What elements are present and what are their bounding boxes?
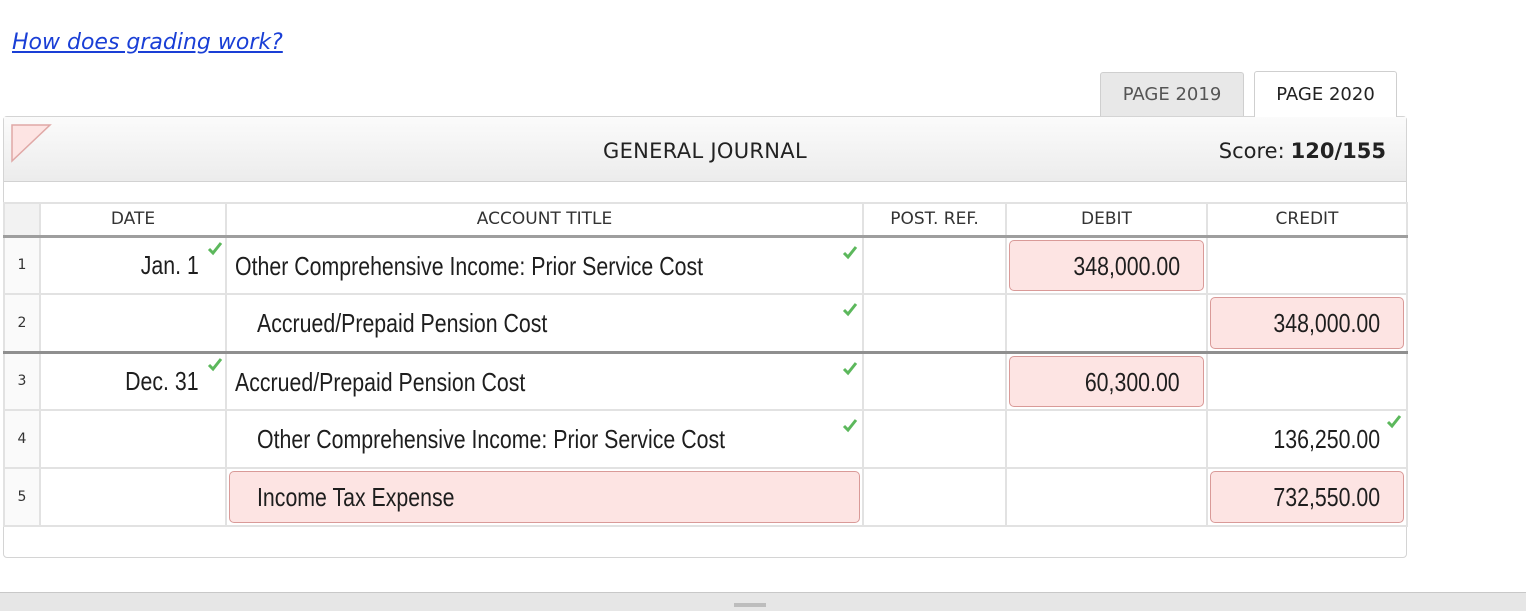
account-cell[interactable]: Other Comprehensive Income: Prior Servic… [225,235,864,295]
credit-cell[interactable]: 732,550.00 [1206,467,1408,527]
journal-title: GENERAL JOURNAL [603,139,807,163]
grip-icon[interactable] [734,603,766,607]
post-ref-cell[interactable] [862,235,1007,295]
journal-table: DATE ACCOUNT TITLE POST. REF. DEBIT CRED… [3,202,1408,527]
row-number: 5 [3,467,41,527]
credit-cell[interactable] [1206,235,1408,295]
help-link[interactable]: How does grading work? [12,30,283,55]
date-value: Dec. 31 [125,365,199,396]
credit-value: 732,550.00 [1273,482,1380,512]
account-value: Accrued/Prepaid Pension Cost [235,366,526,397]
date-cell[interactable]: Dec. 31 [39,350,227,411]
credit-value: 348,000.00 [1273,308,1380,338]
table-row: 4 Other Comprehensive Income: Prior Serv… [3,409,1408,469]
credit-value: 136,250.00 [1273,424,1380,454]
account-title-header: ACCOUNT TITLE [225,202,864,238]
score: Score: 120/155 [1219,139,1386,163]
tab-page-2020[interactable]: PAGE 2020 [1254,71,1397,117]
date-cell[interactable] [39,467,227,527]
check-icon [842,419,858,433]
post-ref-cell[interactable] [862,467,1007,527]
date-cell[interactable] [39,409,227,469]
debit-cell[interactable] [1005,409,1208,469]
post-ref-cell[interactable] [862,350,1007,411]
score-label: Score: [1218,139,1285,163]
table-row: 2 Accrued/Prepaid Pension Cost 348,000.0… [3,293,1408,353]
check-icon [1386,415,1402,429]
account-value: Other Comprehensive Income: Prior Servic… [257,424,726,454]
check-icon [842,245,858,259]
check-icon [207,241,223,255]
debit-cell[interactable]: 348,000.00 [1005,235,1208,295]
check-icon [842,361,858,375]
credit-cell[interactable] [1206,350,1408,411]
credit-cell[interactable]: 136,250.00 [1206,409,1408,469]
debit-value: 60,300.00 [1085,366,1180,397]
account-value: Income Tax Expense [257,482,455,512]
account-cell[interactable]: Income Tax Expense [225,467,864,527]
journal-header-row: DATE ACCOUNT TITLE POST. REF. DEBIT CRED… [3,202,1408,238]
credit-header: CREDIT [1206,202,1408,238]
check-icon [207,357,223,371]
row-number: 3 [3,350,41,411]
post-ref-cell[interactable] [862,293,1007,353]
table-row: 5 Income Tax Expense 732,550.00 [3,467,1408,527]
debit-cell[interactable]: 60,300.00 [1005,350,1208,411]
account-cell[interactable]: Other Comprehensive Income: Prior Servic… [225,409,864,469]
tab-page-2019[interactable]: PAGE 2019 [1100,72,1244,116]
date-cell[interactable] [39,293,227,353]
post-ref-header: POST. REF. [862,202,1007,238]
debit-cell[interactable] [1005,293,1208,353]
account-cell[interactable]: Accrued/Prepaid Pension Cost [225,293,864,353]
score-value: 120/155 [1290,139,1386,163]
row-number: 1 [3,235,41,295]
date-header: DATE [39,202,227,238]
debit-value: 348,000.00 [1073,250,1180,281]
journal-header: GENERAL JOURNAL Score: 120/155 [4,117,1406,182]
debit-header: DEBIT [1005,202,1208,238]
row-number: 2 [3,293,41,353]
row-number: 4 [3,409,41,469]
account-value: Accrued/Prepaid Pension Cost [257,308,548,338]
bottom-resize-bar[interactable] [0,592,1526,611]
date-value: Jan. 1 [140,249,199,280]
credit-cell[interactable]: 348,000.00 [1206,293,1408,353]
row-number-header [3,202,41,238]
debit-cell[interactable] [1005,467,1208,527]
check-icon [842,303,858,317]
date-cell[interactable]: Jan. 1 [39,235,227,295]
table-row: 1 Jan. 1 Other Comprehensive Income: Pri… [3,235,1408,295]
account-value: Other Comprehensive Income: Prior Servic… [235,250,704,281]
post-ref-cell[interactable] [862,409,1007,469]
table-row: 3 Dec. 31 Accrued/Prepaid Pension Cost 6… [3,350,1408,411]
account-cell[interactable]: Accrued/Prepaid Pension Cost [225,350,864,411]
